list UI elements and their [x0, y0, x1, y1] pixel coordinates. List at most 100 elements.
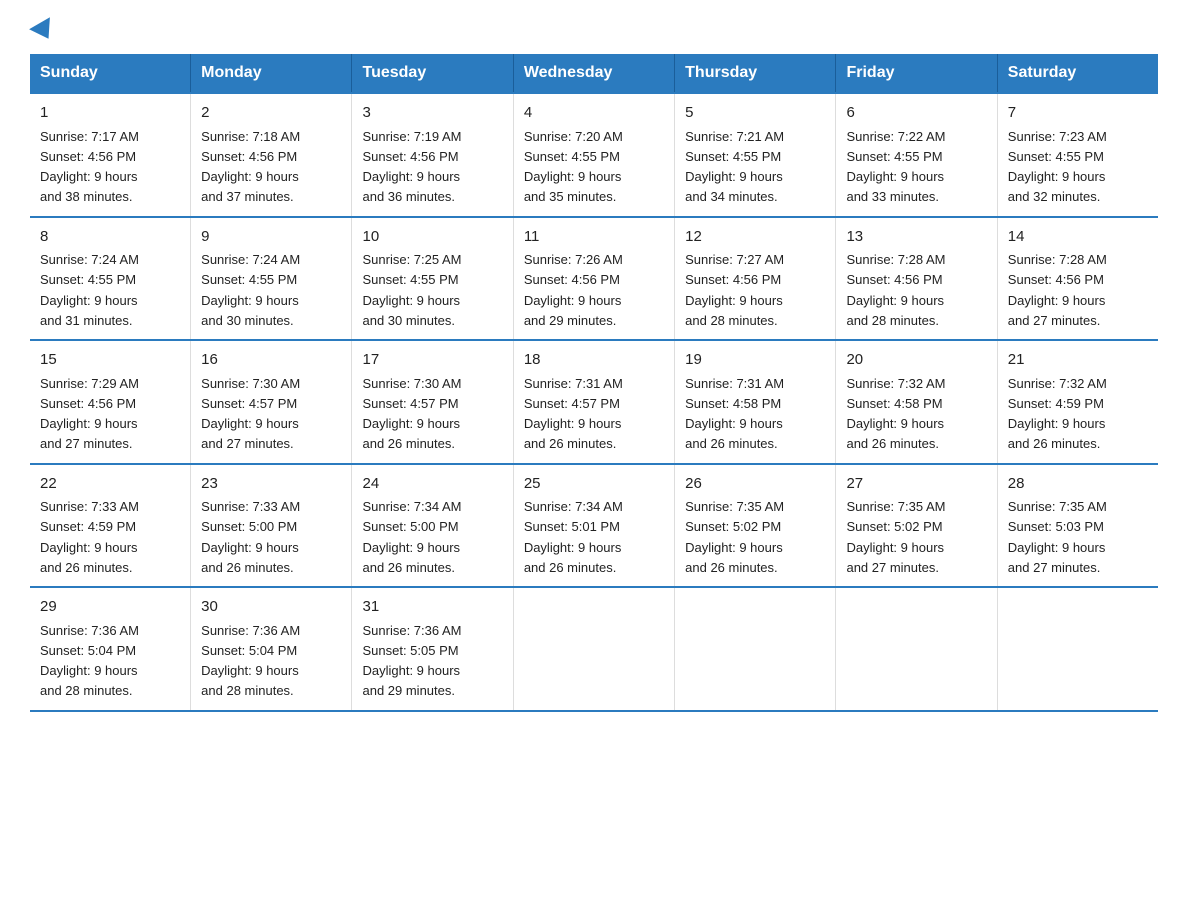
day-number: 8	[40, 226, 180, 249]
day-info: Sunrise: 7:20 AMSunset: 4:55 PMDaylight:…	[524, 129, 623, 205]
day-cell: 19 Sunrise: 7:31 AMSunset: 4:58 PMDayligh…	[675, 340, 836, 464]
day-cell: 17Sunrise: 7:30 AMSunset: 4:57 PMDayligh…	[352, 340, 513, 464]
day-cell: 25 Sunrise: 7:34 AMSunset: 5:01 PMDayligh…	[513, 464, 674, 588]
day-cell	[513, 587, 674, 711]
day-info: Sunrise: 7:28 AMSunset: 4:56 PMDaylight:…	[1008, 252, 1107, 328]
day-number: 5	[685, 102, 825, 125]
day-info: Sunrise: 7:32 AMSunset: 4:58 PMDaylight:…	[846, 376, 945, 452]
calendar-table: SundayMondayTuesdayWednesdayThursdayFrid…	[30, 54, 1158, 712]
day-cell: 6 Sunrise: 7:22 AMSunset: 4:55 PMDaylight…	[836, 93, 997, 217]
day-info: Sunrise: 7:30 AMSunset: 4:57 PMDaylight:…	[201, 376, 300, 452]
header-sunday: Sunday	[30, 54, 191, 93]
day-info: Sunrise: 7:18 AMSunset: 4:56 PMDaylight:…	[201, 129, 300, 205]
day-cell: 3 Sunrise: 7:19 AMSunset: 4:56 PMDaylight…	[352, 93, 513, 217]
day-number: 12	[685, 226, 825, 249]
day-info: Sunrise: 7:33 AMSunset: 5:00 PMDaylight:…	[201, 499, 300, 575]
day-info: Sunrise: 7:19 AMSunset: 4:56 PMDaylight:…	[362, 129, 461, 205]
day-cell	[997, 587, 1158, 711]
day-cell: 4 Sunrise: 7:20 AMSunset: 4:55 PMDaylight…	[513, 93, 674, 217]
day-info: Sunrise: 7:33 AMSunset: 4:59 PMDaylight:…	[40, 499, 139, 575]
day-info: Sunrise: 7:36 AMSunset: 5:05 PMDaylight:…	[362, 623, 461, 699]
day-number: 29	[40, 596, 180, 619]
day-info: Sunrise: 7:35 AMSunset: 5:02 PMDaylight:…	[685, 499, 784, 575]
day-cell: 29 Sunrise: 7:36 AMSunset: 5:04 PMDayligh…	[30, 587, 191, 711]
day-info: Sunrise: 7:26 AMSunset: 4:56 PMDaylight:…	[524, 252, 623, 328]
day-number: 19	[685, 349, 825, 372]
day-number: 31	[362, 596, 502, 619]
day-cell: 16Sunrise: 7:30 AMSunset: 4:57 PMDayligh…	[191, 340, 352, 464]
day-number: 15	[40, 349, 180, 372]
day-number: 25	[524, 473, 664, 496]
day-cell: 27 Sunrise: 7:35 AMSunset: 5:02 PMDayligh…	[836, 464, 997, 588]
header-friday: Friday	[836, 54, 997, 93]
day-number: 26	[685, 473, 825, 496]
day-info: Sunrise: 7:35 AMSunset: 5:03 PMDaylight:…	[1008, 499, 1107, 575]
day-cell	[675, 587, 836, 711]
day-cell: 24 Sunrise: 7:34 AMSunset: 5:00 PMDayligh…	[352, 464, 513, 588]
day-number: 1	[40, 102, 180, 125]
day-info: Sunrise: 7:32 AMSunset: 4:59 PMDaylight:…	[1008, 376, 1107, 452]
day-number: 2	[201, 102, 341, 125]
day-info: Sunrise: 7:31 AMSunset: 4:57 PMDaylight:…	[524, 376, 623, 452]
day-number: 11	[524, 226, 664, 249]
day-cell: 18 Sunrise: 7:31 AMSunset: 4:57 PMDayligh…	[513, 340, 674, 464]
header-tuesday: Tuesday	[352, 54, 513, 93]
day-number: 4	[524, 102, 664, 125]
day-cell: 30 Sunrise: 7:36 AMSunset: 5:04 PMDayligh…	[191, 587, 352, 711]
day-cell	[836, 587, 997, 711]
day-info: Sunrise: 7:17 AMSunset: 4:56 PMDaylight:…	[40, 129, 139, 205]
day-number: 30	[201, 596, 341, 619]
day-info: Sunrise: 7:24 AMSunset: 4:55 PMDaylight:…	[40, 252, 139, 328]
week-row-3: 15 Sunrise: 7:29 AMSunset: 4:56 PMDayligh…	[30, 340, 1158, 464]
header-saturday: Saturday	[997, 54, 1158, 93]
day-info: Sunrise: 7:25 AMSunset: 4:55 PMDaylight:…	[362, 252, 461, 328]
day-number: 27	[846, 473, 986, 496]
day-info: Sunrise: 7:34 AMSunset: 5:00 PMDaylight:…	[362, 499, 461, 575]
day-number: 6	[846, 102, 986, 125]
day-cell: 31 Sunrise: 7:36 AMSunset: 5:05 PMDayligh…	[352, 587, 513, 711]
day-cell: 14 Sunrise: 7:28 AMSunset: 4:56 PMDayligh…	[997, 217, 1158, 341]
day-info: Sunrise: 7:22 AMSunset: 4:55 PMDaylight:…	[846, 129, 945, 205]
day-number: 14	[1008, 226, 1148, 249]
day-number: 7	[1008, 102, 1148, 125]
day-info: Sunrise: 7:31 AMSunset: 4:58 PMDaylight:…	[685, 376, 784, 452]
day-cell: 5 Sunrise: 7:21 AMSunset: 4:55 PMDaylight…	[675, 93, 836, 217]
day-cell: 10Sunrise: 7:25 AMSunset: 4:55 PMDayligh…	[352, 217, 513, 341]
day-info: Sunrise: 7:30 AMSunset: 4:57 PMDaylight:…	[362, 376, 461, 452]
day-info: Sunrise: 7:35 AMSunset: 5:02 PMDaylight:…	[846, 499, 945, 575]
day-cell: 11 Sunrise: 7:26 AMSunset: 4:56 PMDayligh…	[513, 217, 674, 341]
day-cell: 28Sunrise: 7:35 AMSunset: 5:03 PMDayligh…	[997, 464, 1158, 588]
day-cell: 15 Sunrise: 7:29 AMSunset: 4:56 PMDayligh…	[30, 340, 191, 464]
day-cell: 13Sunrise: 7:28 AMSunset: 4:56 PMDayligh…	[836, 217, 997, 341]
day-number: 24	[362, 473, 502, 496]
day-cell: 20 Sunrise: 7:32 AMSunset: 4:58 PMDayligh…	[836, 340, 997, 464]
day-number: 21	[1008, 349, 1148, 372]
week-row-2: 8 Sunrise: 7:24 AMSunset: 4:55 PMDaylight…	[30, 217, 1158, 341]
day-info: Sunrise: 7:24 AMSunset: 4:55 PMDaylight:…	[201, 252, 300, 328]
day-number: 18	[524, 349, 664, 372]
day-number: 20	[846, 349, 986, 372]
day-cell: 1 Sunrise: 7:17 AMSunset: 4:56 PMDaylight…	[30, 93, 191, 217]
day-info: Sunrise: 7:27 AMSunset: 4:56 PMDaylight:…	[685, 252, 784, 328]
logo	[30, 20, 58, 34]
day-cell: 23 Sunrise: 7:33 AMSunset: 5:00 PMDayligh…	[191, 464, 352, 588]
day-number: 3	[362, 102, 502, 125]
header-monday: Monday	[191, 54, 352, 93]
day-info: Sunrise: 7:21 AMSunset: 4:55 PMDaylight:…	[685, 129, 784, 205]
day-number: 23	[201, 473, 341, 496]
week-row-4: 22 Sunrise: 7:33 AMSunset: 4:59 PMDayligh…	[30, 464, 1158, 588]
header-row: SundayMondayTuesdayWednesdayThursdayFrid…	[30, 54, 1158, 93]
day-info: Sunrise: 7:36 AMSunset: 5:04 PMDaylight:…	[40, 623, 139, 699]
day-info: Sunrise: 7:23 AMSunset: 4:55 PMDaylight:…	[1008, 129, 1107, 205]
page-header	[30, 20, 1158, 34]
calendar-header: SundayMondayTuesdayWednesdayThursdayFrid…	[30, 54, 1158, 93]
header-wednesday: Wednesday	[513, 54, 674, 93]
day-info: Sunrise: 7:34 AMSunset: 5:01 PMDaylight:…	[524, 499, 623, 575]
week-row-1: 1 Sunrise: 7:17 AMSunset: 4:56 PMDaylight…	[30, 93, 1158, 217]
day-cell: 12 Sunrise: 7:27 AMSunset: 4:56 PMDayligh…	[675, 217, 836, 341]
day-number: 22	[40, 473, 180, 496]
day-cell: 21 Sunrise: 7:32 AMSunset: 4:59 PMDayligh…	[997, 340, 1158, 464]
day-info: Sunrise: 7:29 AMSunset: 4:56 PMDaylight:…	[40, 376, 139, 452]
day-cell: 8 Sunrise: 7:24 AMSunset: 4:55 PMDaylight…	[30, 217, 191, 341]
day-info: Sunrise: 7:36 AMSunset: 5:04 PMDaylight:…	[201, 623, 300, 699]
